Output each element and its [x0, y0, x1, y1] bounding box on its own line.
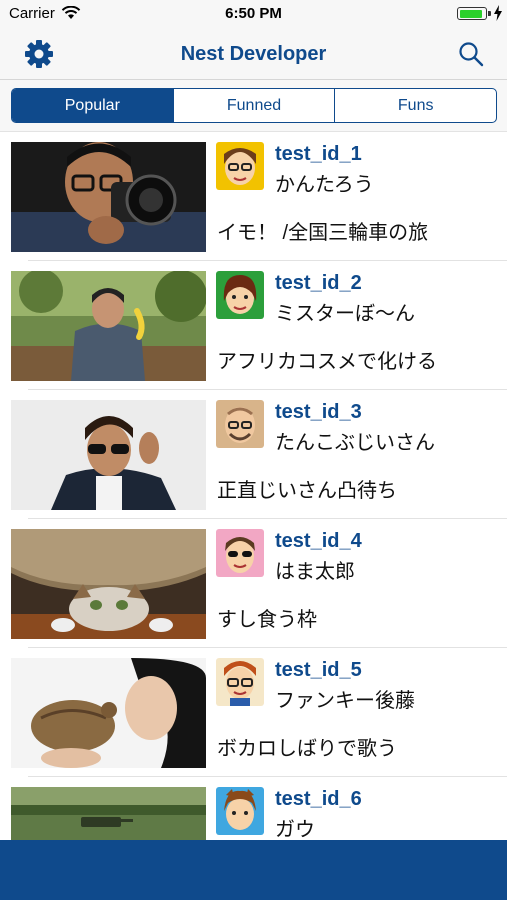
user-name: かんたろう — [275, 174, 374, 196]
avatar — [216, 271, 264, 319]
avatar — [216, 142, 264, 190]
avatar — [216, 787, 264, 835]
avatar — [216, 529, 264, 577]
thumbnail-tank-field-image — [11, 787, 206, 840]
status-bar: Carrier 6:50 PM — [0, 0, 507, 28]
thumbnail-bird-woman-image — [11, 658, 206, 768]
thumbnail-cat-image — [11, 529, 206, 639]
user-id: test_id_4 — [275, 530, 362, 552]
avatar — [216, 658, 264, 706]
page-title: Nest Developer — [180, 43, 327, 65]
broadcaster-list: test_id_1 かんたろう イモ！ /全国三輪車の旅 test_id_2 ミ… — [0, 132, 507, 840]
user-id: test_id_6 — [275, 788, 362, 810]
user-id: test_id_5 — [275, 659, 362, 681]
tab-label: Funned — [226, 96, 282, 114]
list-item[interactable]: test_id_6 ガウ — [0, 777, 507, 840]
thumbnail-sunglasses-man-image — [11, 400, 206, 510]
user-name: ミスターぼ～ん — [275, 303, 415, 325]
navigation-bar: Nest Developer — [0, 28, 507, 80]
segmented-control: Popular Funned Funs — [11, 88, 497, 123]
broadcast-description: すし食う枠 — [217, 609, 317, 631]
user-id: test_id_2 — [275, 272, 362, 294]
battery-level — [459, 9, 482, 18]
user-name: はま太郎 — [275, 561, 355, 583]
segment-bar: Popular Funned Funs — [0, 80, 507, 132]
bottom-bar — [0, 840, 507, 900]
tab-popular[interactable]: Popular — [12, 89, 173, 122]
tab-label: Popular — [64, 96, 120, 114]
user-id: test_id_3 — [275, 401, 362, 423]
broadcast-description: イモ！ /全国三輪車の旅 — [217, 222, 429, 244]
user-name: ガウ — [275, 819, 315, 840]
search-icon[interactable] — [457, 40, 485, 68]
tab-funned[interactable]: Funned — [172, 89, 335, 122]
list-item[interactable]: test_id_3 たんこぶじいさん 正直じいさん凸待ち — [0, 390, 507, 519]
list-item[interactable]: test_id_2 ミスターぼ～ん アフリカコスメで化ける — [0, 261, 507, 390]
list-item[interactable]: test_id_1 かんたろう イモ！ /全国三輪車の旅 — [0, 132, 507, 261]
avatar — [216, 400, 264, 448]
tab-label: Funs — [397, 96, 434, 114]
list-item[interactable]: test_id_4 はま太郎 すし食う枠 — [0, 519, 507, 648]
broadcast-description: 正直じいさん凸待ち — [217, 480, 397, 502]
battery-tip — [488, 11, 491, 16]
broadcast-description: アフリカコスメで化ける — [217, 351, 437, 373]
battery-icon — [457, 7, 487, 20]
user-name: ファンキー後藤 — [275, 690, 415, 712]
thumbnail-banana-man-image — [11, 271, 206, 381]
user-name: たんこぶじいさん — [275, 432, 435, 454]
user-id: test_id_1 — [275, 143, 362, 165]
charging-bolt-icon — [494, 5, 502, 21]
status-time: 6:50 PM — [225, 5, 282, 22]
list-item[interactable]: test_id_5 ファンキー後藤 ボカロしばりで歌う — [0, 648, 507, 777]
tab-funs[interactable]: Funs — [334, 89, 496, 122]
broadcast-description: ボカロしばりで歌う — [217, 738, 397, 760]
thumbnail-photographer-image — [11, 142, 206, 252]
